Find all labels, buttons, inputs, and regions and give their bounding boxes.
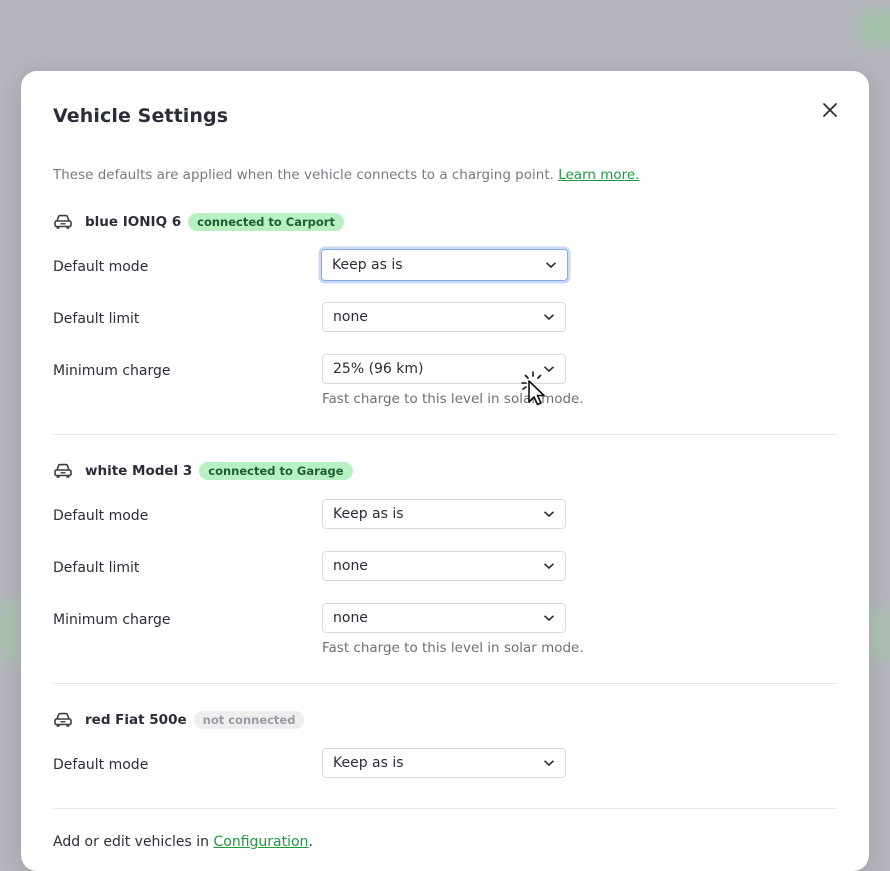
vehicle-header: white Model 3 connected to Garage	[53, 459, 353, 483]
select-value: Keep as is	[333, 506, 404, 522]
car-icon	[53, 462, 75, 480]
vehicle-settings-modal: Vehicle Settings These defaults are appl…	[21, 71, 869, 871]
car-icon	[53, 711, 75, 729]
select-value: Keep as is	[333, 755, 404, 771]
vehicle-header: blue IONIQ 6 connected to Carport	[53, 210, 344, 234]
vehicle-name: red Fiat 500e	[85, 712, 187, 728]
cursor-click-icon	[521, 371, 545, 406]
default-mode-select[interactable]: Keep as is	[322, 748, 566, 778]
intro-text: These defaults are applied when the vehi…	[53, 167, 640, 183]
divider	[53, 683, 837, 684]
select-value: 25% (96 km)	[333, 361, 424, 377]
select-value: none	[333, 610, 368, 626]
default-limit-label: Default limit	[53, 311, 140, 327]
status-badge: connected to Carport	[188, 213, 344, 231]
footer-suffix: .	[308, 834, 313, 850]
vehicle-name: white Model 3	[85, 463, 193, 479]
default-limit-select[interactable]: none	[322, 551, 566, 581]
select-value: Keep as is	[332, 257, 403, 273]
close-icon	[823, 103, 837, 117]
minimum-charge-label: Minimum charge	[53, 363, 171, 379]
background-blur	[868, 610, 890, 660]
divider	[53, 808, 837, 809]
close-button[interactable]	[817, 97, 843, 123]
footer-text: Add or edit vehicles in Configuration.	[53, 834, 313, 850]
default-mode-label: Default mode	[53, 259, 149, 275]
default-limit-select[interactable]: none	[322, 302, 566, 332]
chevron-down-icon	[543, 615, 555, 622]
minimum-charge-select[interactable]: none	[322, 603, 566, 633]
learn-more-link[interactable]: Learn more.	[558, 167, 639, 183]
select-value: none	[333, 309, 368, 325]
status-badge: connected to Garage	[199, 462, 353, 480]
hint-text: Fast charge to this level in sol	[322, 391, 523, 407]
car-icon	[53, 213, 75, 231]
default-limit-label: Default limit	[53, 560, 140, 576]
default-mode-label: Default mode	[53, 757, 149, 773]
configuration-link[interactable]: Configuration	[213, 834, 308, 850]
select-value: none	[333, 558, 368, 574]
divider	[53, 434, 837, 435]
default-mode-select[interactable]: Keep as is	[321, 249, 568, 281]
default-mode-label: Default mode	[53, 508, 149, 524]
vehicle-name: blue IONIQ 6	[85, 214, 182, 230]
chevron-down-icon	[543, 314, 555, 321]
footer-prefix: Add or edit vehicles in	[53, 834, 210, 850]
chevron-down-icon	[545, 262, 557, 269]
chevron-down-icon	[543, 563, 555, 570]
intro-description: These defaults are applied when the vehi…	[53, 167, 554, 183]
vehicle-header: red Fiat 500e not connected	[53, 708, 305, 732]
chevron-down-icon	[543, 511, 555, 518]
minimum-charge-hint: Fast charge to this level in solar mode.	[322, 640, 584, 656]
background-blur	[0, 600, 22, 660]
background-blur	[860, 10, 890, 46]
minimum-charge-label: Minimum charge	[53, 612, 171, 628]
chevron-down-icon	[543, 760, 555, 767]
default-mode-select[interactable]: Keep as is	[322, 499, 566, 529]
status-badge: not connected	[193, 711, 305, 729]
modal-title: Vehicle Settings	[53, 105, 229, 127]
